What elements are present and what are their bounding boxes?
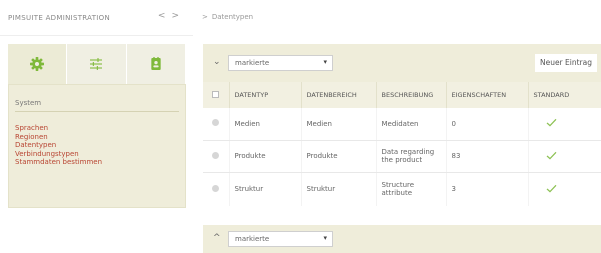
cell-datenbereich: Medien [300, 108, 376, 141]
nav-forward-icon[interactable]: > [171, 11, 185, 21]
checkmark-icon [546, 119, 557, 129]
sidebar-nav: <> [158, 11, 185, 21]
cell-standard [527, 140, 601, 173]
datatypes-table: DATENTYP DATENBEREICH BESCHREIBUNG EIGEN… [203, 82, 601, 206]
cell-eigenschaften: 3 [445, 172, 528, 206]
header-beschreibung[interactable]: BESCHREIBUNG [375, 82, 446, 108]
bulk-action-value: markierte [235, 235, 270, 243]
bulk-action-select[interactable]: markierte ▾ [228, 55, 333, 71]
new-entry-button[interactable]: Neuer Eintrag [534, 54, 597, 72]
system-menu: System Sprachen Regionen Datentypen Verb… [8, 84, 186, 208]
menu-item-verbindungstypen[interactable]: Verbindungstypen [15, 150, 102, 159]
cell-datentyp: Medien [228, 108, 301, 141]
table-toolbar-top: ⌄ markierte ▾ Neuer Eintrag [203, 44, 601, 82]
bulk-action-select-bottom[interactable]: markierte ▾ [228, 231, 333, 247]
breadcrumb-current: Datentypen [211, 13, 254, 21]
header-eigenschaften[interactable]: EIGENSCHAFTEN [445, 82, 528, 108]
menu-list: Sprachen Regionen Datentypen Verbindungs… [15, 124, 102, 167]
tab-settings[interactable] [67, 44, 127, 84]
menu-item-datentypen[interactable]: Datentypen [15, 141, 102, 150]
menu-item-stammdaten[interactable]: Stammdaten bestimmen [15, 158, 102, 167]
cell-datentyp: Produkte [228, 140, 301, 173]
collapse-chevron-icon[interactable]: ⌄ [213, 57, 221, 67]
admin-sidebar: PIMSUITE ADMINISTRATION <> System Sprach… [0, 0, 193, 253]
row-select-cell[interactable] [203, 108, 229, 141]
tab-system[interactable] [8, 44, 68, 84]
row-select-radio[interactable] [212, 151, 220, 159]
row-select-radio[interactable] [212, 184, 220, 192]
dropdown-caret-icon: ▾ [323, 58, 327, 66]
breadcrumb: > Datentypen [202, 13, 253, 21]
expand-chevron-icon[interactable]: ^ [213, 233, 221, 243]
menu-divider [15, 111, 179, 112]
table-row[interactable]: Medien Medien Medidaten 0 [203, 108, 601, 141]
select-all-checkbox[interactable] [212, 90, 220, 98]
cell-datenbereich: Produkte [300, 140, 376, 173]
cell-eigenschaften: 83 [445, 140, 528, 173]
row-select-cell[interactable] [203, 172, 229, 206]
cell-datenbereich: Struktur [300, 172, 376, 206]
sidebar-title: PIMSUITE ADMINISTRATION [8, 14, 110, 22]
menu-item-sprachen[interactable]: Sprachen [15, 124, 102, 133]
sidebar-tabs [8, 44, 186, 84]
bulk-action-value: markierte [235, 59, 270, 67]
table-header-row: DATENTYP DATENBEREICH BESCHREIBUNG EIGEN… [203, 82, 601, 108]
cell-beschreibung: Medidaten [375, 108, 446, 141]
cell-beschreibung: Data regarding the product [375, 140, 446, 173]
cell-beschreibung: Structure attribute [375, 172, 446, 206]
checkmark-icon [546, 151, 557, 162]
cell-eigenschaften: 0 [445, 108, 528, 141]
contact-card-icon [151, 57, 161, 70]
gear-icon [30, 57, 45, 71]
nav-back-icon[interactable]: < [158, 11, 172, 21]
cell-datentyp: Struktur [228, 172, 301, 206]
checkmark-icon [546, 184, 557, 195]
sliders-icon [90, 58, 103, 70]
row-select-cell[interactable] [203, 140, 229, 173]
table-row[interactable]: Produkte Produkte Data regarding the pro… [203, 140, 601, 173]
cell-standard [527, 108, 601, 141]
table-toolbar-bottom: ^ markierte ▾ [203, 225, 601, 253]
menu-item-regionen[interactable]: Regionen [15, 133, 102, 142]
header-standard[interactable]: STANDARD [527, 82, 601, 108]
menu-section-title: System [15, 99, 42, 107]
header-datenbereich[interactable]: DATENBEREICH [300, 82, 376, 108]
header-datentyp[interactable]: DATENTYP [228, 82, 301, 108]
dropdown-caret-icon: ▾ [323, 234, 327, 242]
cell-standard [527, 172, 601, 206]
row-select-radio[interactable] [212, 119, 220, 127]
tab-contacts[interactable] [126, 44, 186, 84]
select-all-cell[interactable] [203, 82, 229, 108]
breadcrumb-separator: > [202, 13, 208, 21]
sidebar-header: PIMSUITE ADMINISTRATION <> [0, 0, 193, 36]
table-row[interactable]: Struktur Struktur Structure attribute 3 [203, 172, 601, 206]
